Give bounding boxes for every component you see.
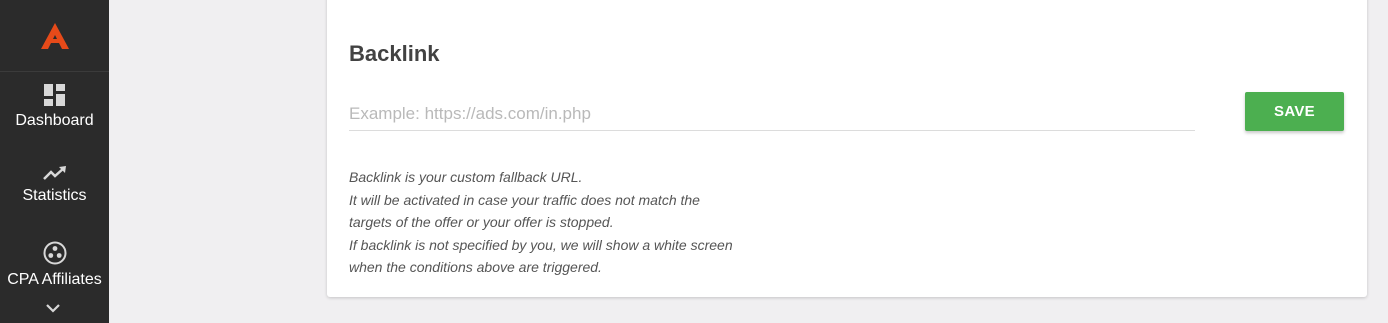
trending-up-icon [42,166,66,180]
save-button[interactable]: SAVE [1245,92,1344,131]
sidebar: Dashboard Statistics CPA Affiliates [0,0,109,323]
help-line: when the conditions above are triggered. [349,259,602,275]
help-line: targets of the offer or your offer is st… [349,214,614,230]
logo-a-icon [40,22,69,49]
affiliates-icon [43,241,66,265]
chevron-down-icon[interactable] [45,302,61,314]
sidebar-item-dashboard[interactable]: Dashboard [0,84,109,130]
sidebar-item-cpa-affiliates[interactable]: CPA Affiliates [0,241,109,289]
dashboard-icon [43,84,65,106]
backlink-card: Backlink SAVE Backlink is your custom fa… [327,0,1367,297]
sidebar-item-statistics[interactable]: Statistics [0,165,109,205]
help-line: If backlink is not specified by you, we … [349,236,733,253]
backlink-help-text: Backlink is your custom fallback URL. It… [349,166,733,279]
help-line: It will be activated in case your traffi… [349,191,700,208]
sidebar-item-label: CPA Affiliates [7,271,102,288]
sidebar-item-label: Dashboard [15,112,94,129]
page-title: Backlink [349,41,440,66]
backlink-url-input[interactable] [349,98,1195,131]
help-line: Backlink is your custom fallback URL. [349,169,583,185]
sidebar-item-label: Statistics [22,187,87,204]
app-root: Dashboard Statistics CPA Affiliates Back… [0,0,1388,323]
logo[interactable] [0,0,109,72]
